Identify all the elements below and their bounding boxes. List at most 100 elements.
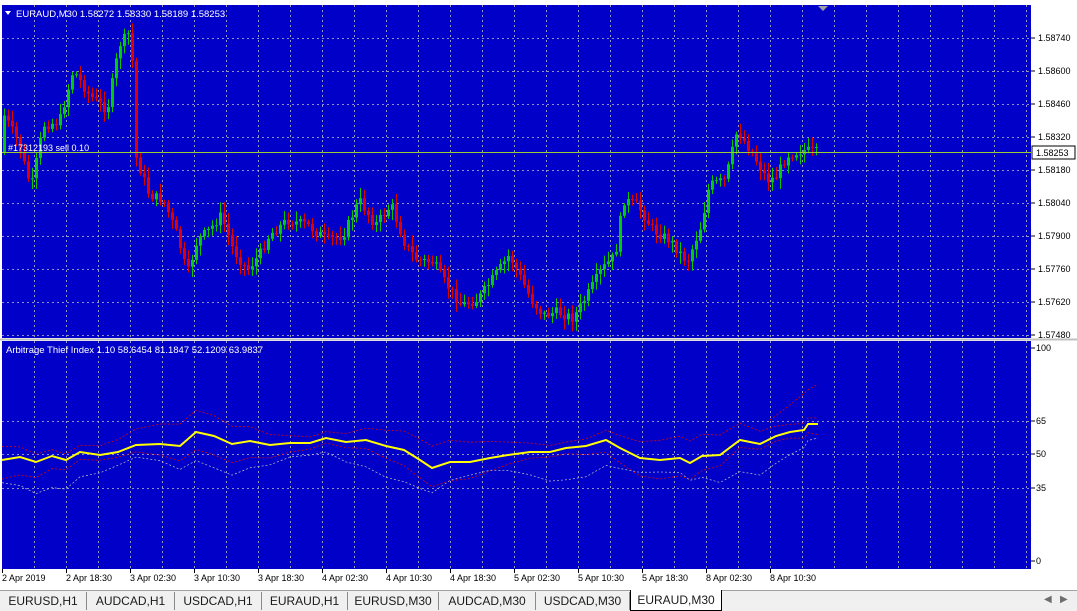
bear-candle-body bbox=[143, 173, 146, 178]
bear-candle-body bbox=[675, 241, 678, 254]
bear-candle-body bbox=[227, 223, 230, 236]
bull-candle-body bbox=[691, 249, 694, 262]
bear-candle-body bbox=[179, 228, 182, 249]
price-label: 1.58600 bbox=[1038, 66, 1071, 76]
bull-candle-body bbox=[607, 261, 610, 265]
bear-candle-body bbox=[811, 146, 814, 148]
bear-candle-body bbox=[371, 214, 374, 225]
bear-candle-body bbox=[83, 80, 86, 92]
bear-candle-body bbox=[571, 313, 574, 322]
bear-candle-body bbox=[383, 214, 386, 217]
bear-candle-body bbox=[451, 288, 454, 290]
bull-candle-body bbox=[543, 312, 546, 314]
bear-candle-body bbox=[167, 202, 170, 213]
bear-candle-body bbox=[639, 200, 642, 211]
chart-window[interactable]: #17312193 sell 0.10 EURAUD,M30 1.58272 1… bbox=[0, 0, 1077, 590]
price-label: 1.58320 bbox=[1038, 132, 1071, 142]
bear-candle-body bbox=[187, 259, 190, 267]
bull-candle-body bbox=[127, 33, 130, 35]
bull-candle-body bbox=[787, 157, 790, 166]
bear-candle-body bbox=[23, 151, 26, 162]
bear-candle-body bbox=[511, 256, 514, 263]
tab-usdcad-h1[interactable]: USDCAD,H1 bbox=[175, 592, 262, 610]
bull-candle-body bbox=[59, 114, 62, 126]
bear-candle-body bbox=[535, 304, 538, 309]
bear-candle-body bbox=[563, 315, 566, 320]
bear-candle-body bbox=[171, 212, 174, 220]
tab-usdcad-m30[interactable]: USDCAD,M30 bbox=[536, 592, 630, 610]
tab-eurusd-m30[interactable]: EURUSD,M30 bbox=[348, 592, 439, 610]
time-label: 8 Apr 10:30 bbox=[770, 573, 816, 583]
arrow-right-icon[interactable]: ▶ bbox=[1060, 594, 1068, 605]
bull-candle-body bbox=[435, 262, 438, 264]
time-label: 3 Apr 02:30 bbox=[130, 573, 176, 583]
bull-candle-body bbox=[215, 225, 218, 227]
bear-candle-body bbox=[315, 231, 318, 236]
bull-candle-body bbox=[111, 78, 114, 108]
price-label: 1.58460 bbox=[1038, 99, 1071, 109]
level-label: 35 bbox=[1036, 483, 1046, 493]
bear-candle-body bbox=[275, 232, 278, 234]
bear-candle-body bbox=[455, 289, 458, 304]
bull-candle-body bbox=[663, 233, 666, 240]
bull-candle-body bbox=[51, 123, 54, 129]
bull-candle-body bbox=[615, 251, 618, 255]
bull-candle-body bbox=[479, 293, 482, 303]
bear-candle-body bbox=[399, 221, 402, 235]
bear-candle-body bbox=[235, 246, 238, 258]
bull-candle-body bbox=[283, 219, 286, 225]
indicator-pane[interactable] bbox=[2, 341, 1031, 569]
bull-candle-body bbox=[587, 289, 590, 301]
tab-audcad-h1[interactable]: AUDCAD,H1 bbox=[87, 592, 175, 610]
bull-candle-body bbox=[359, 198, 362, 205]
bull-candle-body bbox=[351, 217, 354, 220]
bull-candle-body bbox=[203, 229, 206, 237]
bull-candle-body bbox=[199, 236, 202, 246]
bull-candle-body bbox=[251, 266, 254, 270]
bear-candle-body bbox=[519, 268, 522, 275]
bear-candle-body bbox=[763, 170, 766, 174]
bull-candle-body bbox=[619, 215, 622, 252]
bull-candle-body bbox=[707, 189, 710, 213]
bear-candle-body bbox=[783, 164, 786, 166]
bear-candle-body bbox=[287, 219, 290, 225]
tab-eurusd-h1[interactable]: EURUSD,H1 bbox=[0, 592, 87, 610]
bull-candle-body bbox=[279, 224, 282, 234]
bear-candle-body bbox=[431, 262, 434, 264]
bear-candle-body bbox=[15, 126, 18, 138]
bear-candle-body bbox=[303, 219, 306, 222]
bull-candle-body bbox=[211, 225, 214, 229]
price-label: 1.58180 bbox=[1038, 165, 1071, 175]
bear-candle-body bbox=[55, 123, 58, 126]
bear-candle-body bbox=[7, 115, 10, 121]
tab-euraud-h1[interactable]: EURAUD,H1 bbox=[262, 592, 348, 610]
main-chart-pane[interactable] bbox=[2, 5, 1031, 338]
arrow-left-icon[interactable]: ◀ bbox=[1044, 594, 1052, 605]
bear-candle-body bbox=[135, 60, 138, 158]
bull-candle-body bbox=[195, 245, 198, 260]
bear-candle-body bbox=[11, 120, 14, 127]
time-label: 8 Apr 02:30 bbox=[706, 573, 752, 583]
bull-candle-body bbox=[267, 238, 270, 250]
bear-candle-body bbox=[659, 234, 662, 240]
bear-candle-body bbox=[163, 202, 166, 204]
tab-euraud-m30[interactable]: EURAUD,M30 bbox=[630, 590, 722, 611]
chart-canvas[interactable]: #17312193 sell 0.10 EURAUD,M30 1.58272 1… bbox=[0, 0, 1077, 590]
bull-candle-body bbox=[491, 275, 494, 286]
bear-candle-body bbox=[263, 248, 266, 250]
bear-candle-body bbox=[523, 274, 526, 286]
bear-candle-body bbox=[231, 235, 234, 247]
bear-candle-body bbox=[339, 237, 342, 240]
bull-candle-body bbox=[107, 107, 110, 113]
bull-candle-body bbox=[555, 307, 558, 314]
bear-candle-body bbox=[747, 140, 750, 152]
bull-candle-body bbox=[119, 46, 122, 59]
bull-candle-body bbox=[499, 263, 502, 271]
bear-candle-body bbox=[471, 304, 474, 307]
bear-candle-body bbox=[683, 251, 686, 261]
tab-audcad-m30[interactable]: AUDCAD,M30 bbox=[439, 592, 536, 610]
bear-candle-body bbox=[87, 91, 90, 94]
price-label: 1.58740 bbox=[1038, 33, 1071, 43]
bull-candle-body bbox=[487, 285, 490, 287]
bull-candle-body bbox=[155, 193, 158, 200]
